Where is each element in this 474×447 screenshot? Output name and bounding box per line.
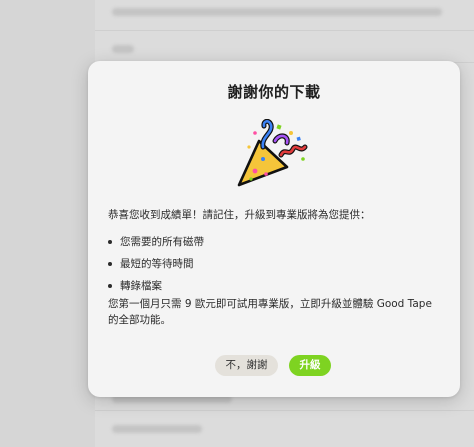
feature-label: 您需要的所有磁帶 [120,236,204,248]
upgrade-button[interactable]: 升級 [289,355,331,376]
bullet-icon [108,284,112,288]
list-item: 最短的等待時間 [108,253,204,275]
dialog-title: 謝謝你的下載 [227,83,321,101]
party-popper-icon [237,119,308,187]
bullet-icon [108,240,112,244]
background-text [112,8,442,16]
background-divider [95,30,474,31]
download-thanks-dialog: 謝謝你的下載 恭喜您收到成績單！請記住，升級到專業版將為您提供： 您需要的所有磁… [88,61,460,397]
background-divider [95,410,474,411]
upgrade-intro-text: 恭喜您收到成績單！請記住，升級到專業版將為您提供： [108,209,371,221]
background-text [112,45,134,53]
feature-label: 轉錄檔案 [120,280,162,292]
pro-features-list: 您需要的所有磁帶 最短的等待時間 轉錄檔案 [108,231,204,297]
pricing-text: 您第一個月只需 9 歐元即可試用專業版，立即升級並體驗 Good Tape 的全… [108,298,432,326]
decline-button[interactable]: 不，謝謝 [215,355,278,376]
bullet-icon [108,262,112,266]
list-item: 轉錄檔案 [108,275,204,297]
background-text [112,425,202,433]
background-sidebar [0,0,95,447]
list-item: 您需要的所有磁帶 [108,231,204,253]
feature-label: 最短的等待時間 [120,258,194,270]
